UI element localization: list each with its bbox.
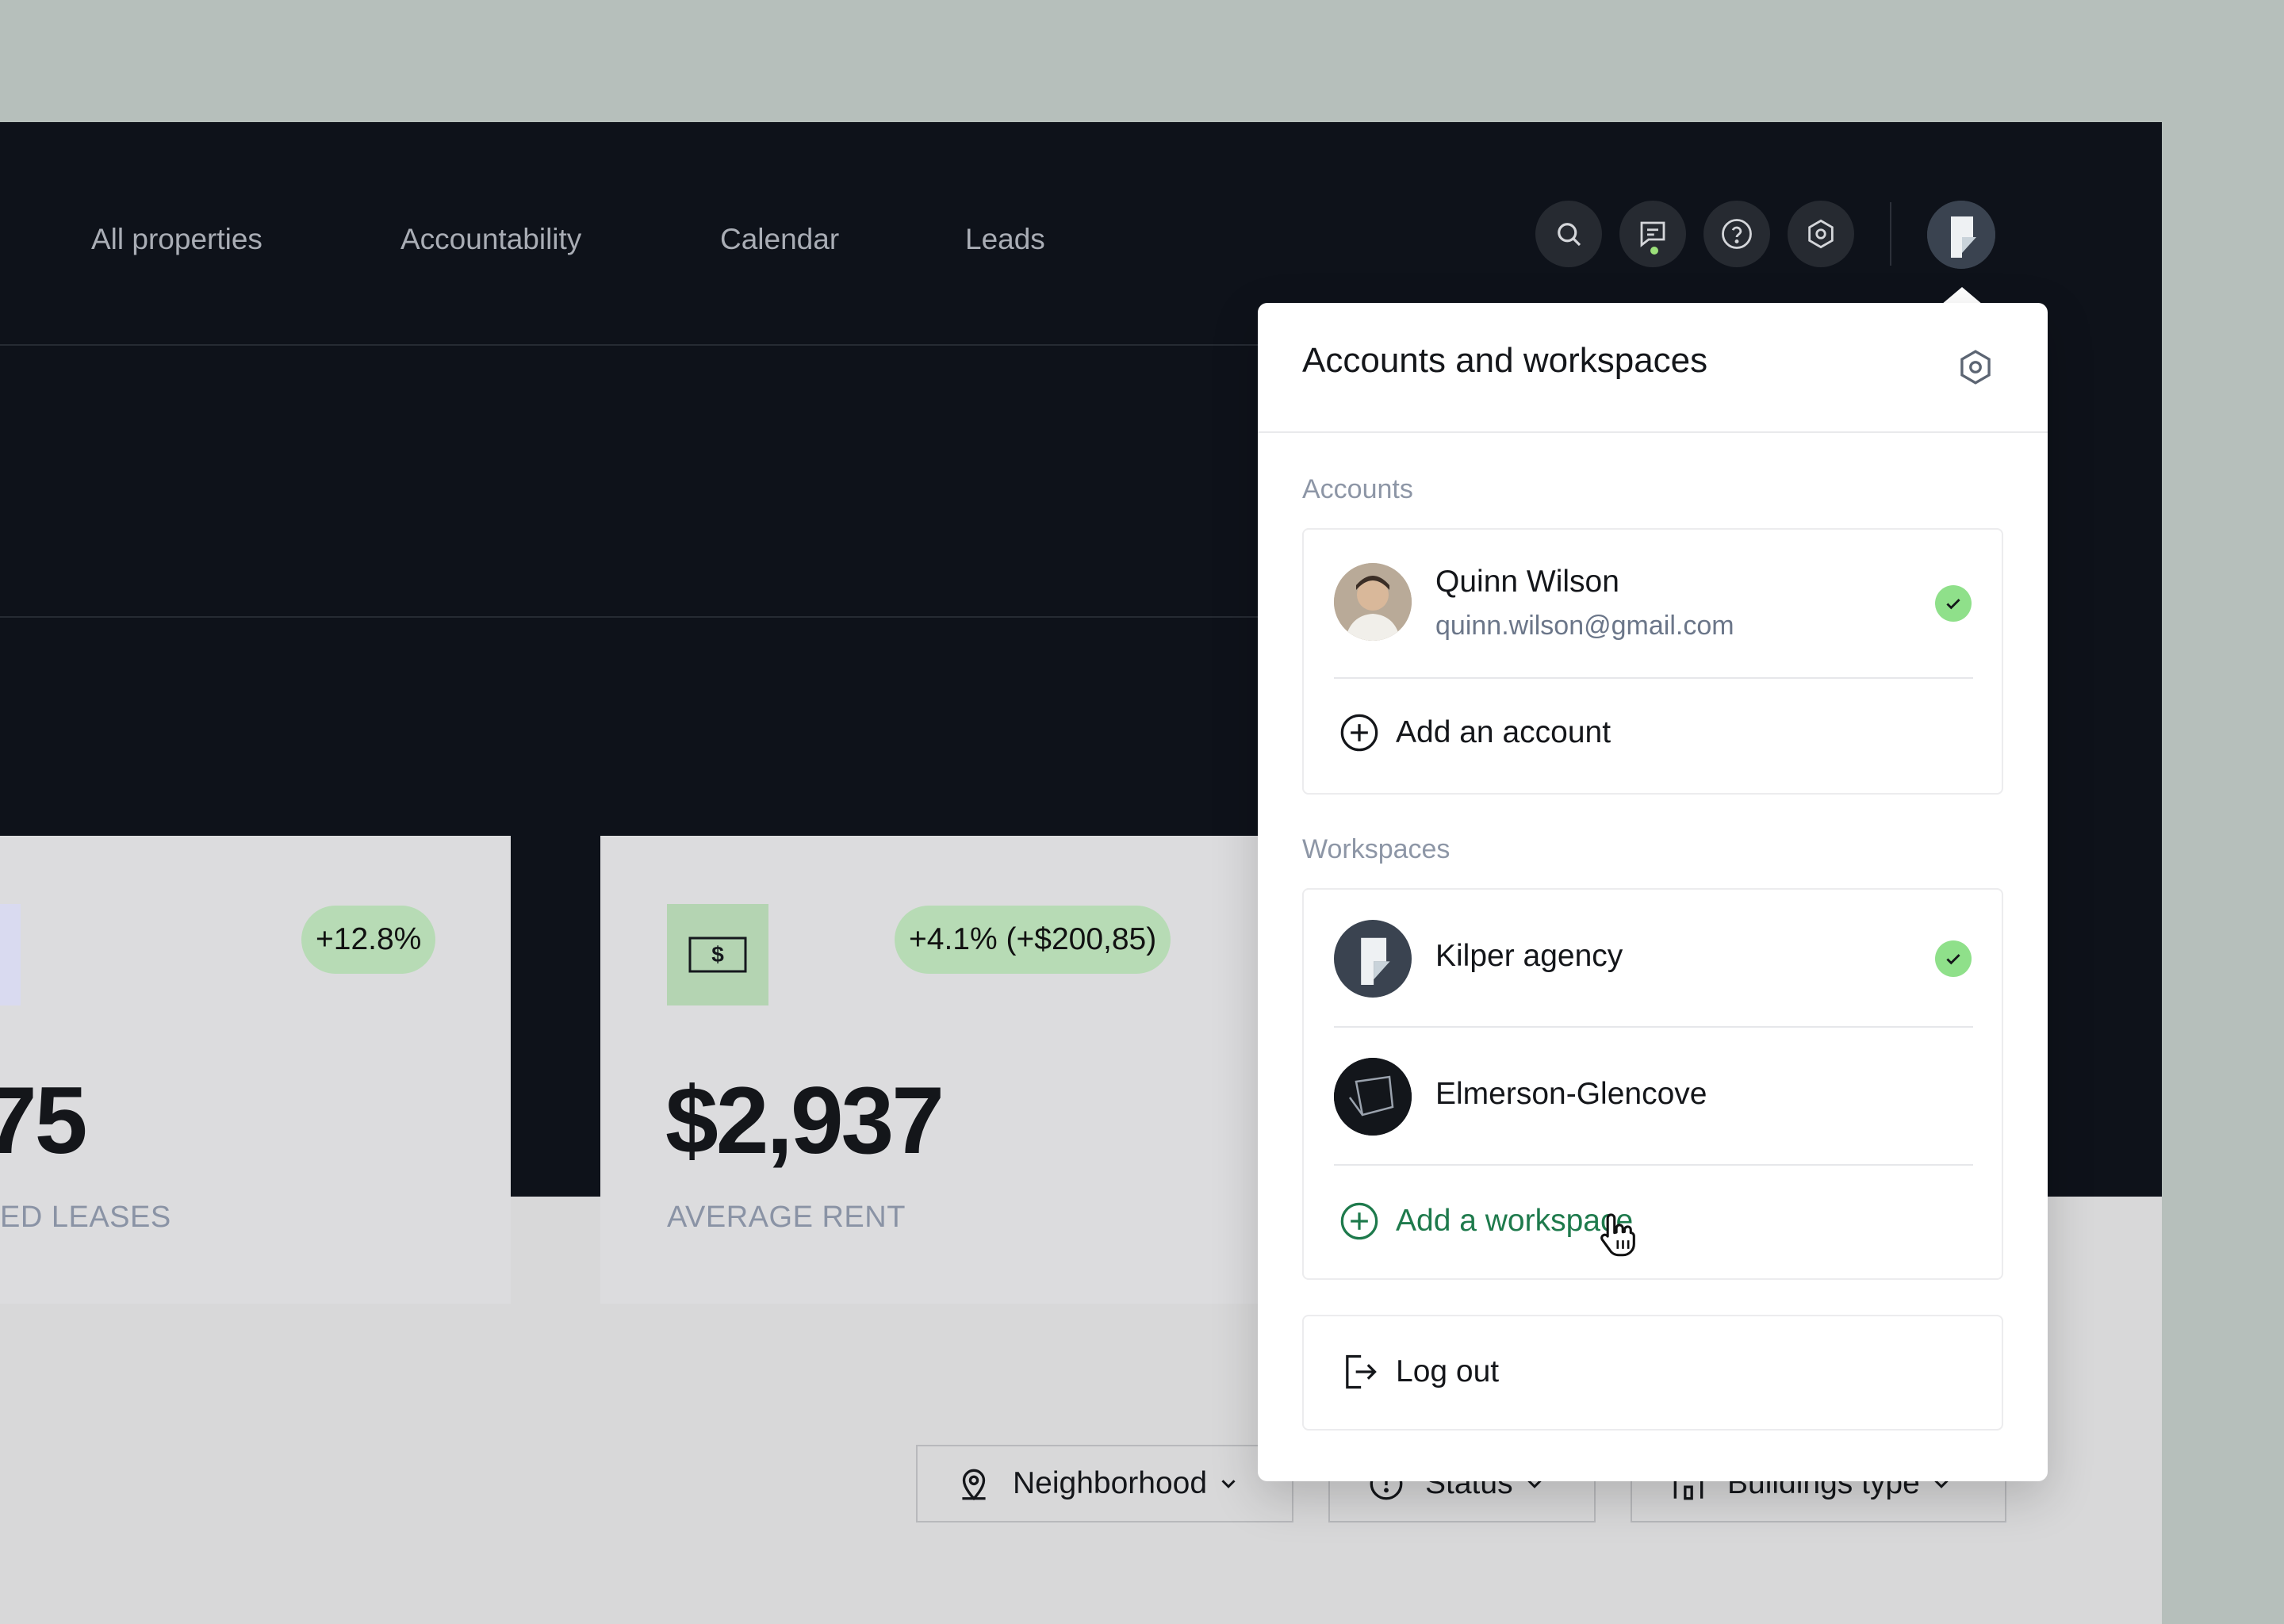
stat-caption: ED LEASES [0,1201,171,1234]
workspace-avatar-button[interactable] [1927,201,1995,269]
nav-link-leads[interactable]: Leads [965,217,1045,262]
kilper-logo-icon [1927,201,1995,269]
workspaces-box: Kilper agency Elmerson-Glencove Add a wo… [1302,888,2003,1280]
workspaces-label: Workspaces [1302,834,1450,864]
accounts-workspaces-popover: Accounts and workspaces Accounts Quinn W… [1258,303,2048,1481]
stat-caption: AVERAGE RENT [667,1201,906,1234]
chevron-down-icon [1221,1480,1236,1488]
avatar [1334,563,1412,641]
header-divider [0,344,1258,346]
logout-icon [1346,1354,1377,1389]
account-name: Quinn Wilson [1435,565,1619,599]
money-icon: $ [688,936,747,973]
nav-link-all-properties[interactable]: All properties [91,217,263,262]
workspace-row-kilper[interactable]: Kilper agency [1304,890,2002,1028]
workspace-name: Kilper agency [1435,939,1623,973]
stat-value: 75 [0,1067,87,1174]
settings-icon [1960,350,1991,385]
plus-circle-icon [1340,1202,1378,1240]
logout-label: Log out [1396,1354,1500,1388]
logout-button[interactable]: Log out [1302,1315,2003,1431]
popover-divider [1258,431,2048,433]
filter-label: Neighborhood [1013,1466,1208,1500]
plus-circle-icon [1340,714,1378,752]
stat-badge: +12.8% [301,906,436,974]
nav-link-accountability[interactable]: Accountability [400,217,581,262]
logout-action: Log out [1339,1351,1499,1392]
hand-cursor-icon [1600,1213,1635,1257]
map-pin-icon [962,1469,986,1501]
section-divider [0,616,1258,618]
nav-link-calendar[interactable]: Calendar [720,217,839,262]
add-account-label: Add an account [1396,715,1611,749]
user-photo-icon [1334,563,1412,641]
workspace-name: Elmerson-Glencove [1435,1077,1707,1111]
stat-badge: +4.1% (+$200,85) [895,906,1171,974]
row-divider [1334,677,1973,679]
nav-divider [1890,202,1891,266]
accounts-box: Quinn Wilson quinn.wilson@gmail.com Add … [1302,528,2003,795]
help-icon [1722,219,1752,249]
elmerson-logo-icon [1334,1058,1412,1136]
stat-card-average-rent: $ +4.1% (+$200,85) $2,937 AVERAGE RENT [600,836,1314,1304]
add-account-button[interactable]: Add an account [1339,712,1611,753]
stat-card-leases: +12.8% 75 ED LEASES [0,836,511,1304]
account-row[interactable]: Quinn Wilson quinn.wilson@gmail.com [1304,530,2002,679]
chat-icon [1640,221,1665,247]
kilper-logo-icon [1334,920,1412,998]
notification-dot [1650,247,1658,255]
check-icon [1935,940,1972,977]
search-icon [1558,223,1581,247]
workspace-row-elmerson[interactable]: Elmerson-Glencove [1304,1028,2002,1166]
account-email: quinn.wilson@gmail.com [1435,611,1734,641]
popover-settings-button[interactable] [1956,347,1995,387]
settings-button[interactable] [1788,201,1854,267]
popover-arrow [1941,287,1983,304]
stat-card-icon-tile [0,904,21,1005]
row-divider [1334,1164,1973,1166]
settings-icon [1808,219,1834,249]
accounts-label: Accounts [1302,474,1413,504]
search-button[interactable] [1535,201,1602,267]
check-icon [1935,585,1972,622]
add-workspace-button[interactable]: Add a workspace [1339,1201,1633,1242]
stat-value: $2,937 [665,1067,945,1174]
help-button[interactable] [1703,201,1770,267]
svg-text:$: $ [711,942,724,967]
filter-neighborhood[interactable]: Neighborhood [916,1445,1293,1522]
popover-title: Accounts and workspaces [1302,341,1708,380]
messages-button[interactable] [1619,201,1686,267]
money-icon-tile: $ [667,904,768,1005]
